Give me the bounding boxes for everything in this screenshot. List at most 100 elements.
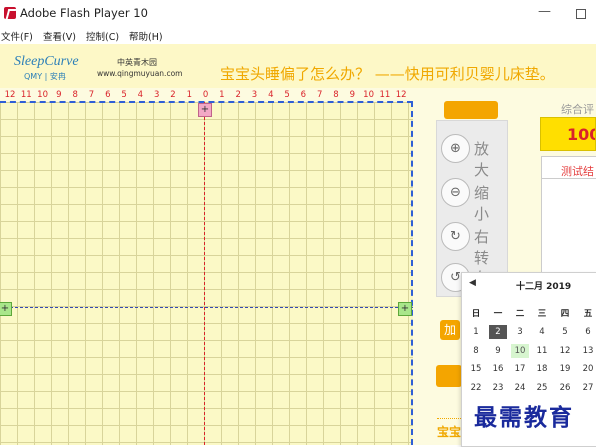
zoom-out-button[interactable]: ⊖ 缩小: [441, 178, 503, 223]
zoom-out-label: 缩小: [474, 184, 492, 223]
calendar-day[interactable]: 24: [511, 381, 529, 395]
window-title: Adobe Flash Player 10: [20, 6, 148, 20]
prev-month-icon[interactable]: ◀: [469, 278, 476, 288]
calendar-day[interactable]: 17: [511, 362, 529, 376]
calendar-day[interactable]: 19: [556, 362, 574, 376]
ruler-tick-label: 9: [56, 90, 62, 100]
top-handle[interactable]: +: [198, 103, 212, 117]
calendar-day[interactable]: 3: [511, 325, 529, 339]
menu-file[interactable]: 文件(F): [1, 29, 33, 43]
watermark: 最需教育: [474, 404, 574, 431]
calendar-weekday: 日: [471, 309, 481, 319]
calendar-day[interactable]: 4: [533, 325, 551, 339]
flash-player-icon: [4, 7, 16, 19]
calendar-day[interactable]: 15: [467, 362, 485, 376]
logo-subtitle: QMY | 安冉: [24, 72, 66, 81]
ruler-tick-label: 10: [37, 90, 49, 100]
calendar-weekday: 五: [583, 309, 593, 319]
calendar-day[interactable]: 1: [467, 325, 485, 339]
ruler-tick-label: 11: [379, 90, 391, 100]
menu-view[interactable]: 查看(V): [43, 29, 76, 43]
calendar-day[interactable]: 18: [533, 362, 551, 376]
ruler-tick-label: 7: [88, 90, 95, 100]
zoom-in-label: 放大: [474, 140, 492, 179]
ruler-tick-label: 4: [268, 90, 274, 100]
right-handle[interactable]: +: [398, 302, 412, 316]
ruler-tick-label: 11: [20, 90, 32, 100]
rotate-right-icon: ↻: [441, 222, 470, 251]
measurement-grid[interactable]: [0, 102, 413, 445]
calendar-day[interactable]: 20: [579, 362, 596, 376]
calendar-weekday: 四: [560, 309, 570, 319]
add-button[interactable]: 加: [440, 320, 460, 340]
calendar-day[interactable]: 10: [511, 343, 529, 358]
calendar-day[interactable]: 23: [489, 381, 507, 395]
menu-bar: 文件(F) 查看(V) 控制(C) 帮助(H): [0, 28, 596, 44]
ruler-tick-label: 12: [395, 90, 407, 100]
calendar-weekday: 二: [515, 309, 525, 319]
score-display: 100: [540, 117, 596, 151]
ruler-tick-label: 12: [4, 90, 16, 100]
brand-url: www.qingmuyuan.com: [97, 69, 183, 78]
sleepcurve-logo: SleepCurve: [14, 54, 79, 69]
ruler-tick-label: 1: [219, 90, 225, 100]
calendar-day[interactable]: 5: [556, 325, 574, 339]
zoom-in-icon: ⊕: [441, 134, 470, 163]
secondary-button[interactable]: [436, 365, 462, 387]
brand-name: 中英青木园: [117, 58, 157, 67]
minimize-button[interactable]: —: [538, 4, 551, 19]
calendar-day[interactable]: 6: [579, 325, 596, 339]
result-divider: [541, 178, 596, 179]
menu-control[interactable]: 控制(C): [86, 29, 119, 43]
ruler-tick-label: 9: [349, 90, 356, 100]
vertical-axis: [204, 102, 205, 445]
ruler-tick-label: 8: [333, 90, 339, 100]
section-divider: [437, 418, 461, 419]
ruler-tick-label: 8: [72, 90, 78, 100]
grid-border-right: [411, 101, 413, 445]
ruler-tick-label: 1: [186, 90, 193, 100]
rotate-right-button[interactable]: ↻ 右转: [441, 222, 503, 267]
calendar-day[interactable]: 11: [533, 344, 551, 358]
ruler-tick-label: 10: [363, 90, 375, 100]
maximize-button[interactable]: [576, 9, 586, 19]
ruler-tick-label: 7: [316, 90, 323, 100]
calendar-day[interactable]: 9: [489, 344, 507, 358]
calendar-day[interactable]: 22: [467, 381, 485, 395]
calendar-weekday: 一: [493, 309, 503, 319]
ruler-tick-label: 5: [121, 90, 127, 100]
calendar-day[interactable]: 2: [489, 325, 507, 339]
calendar-day[interactable]: 16: [489, 362, 507, 376]
rating-label: 综合评: [561, 103, 594, 116]
rotate-right-label: 右转: [474, 228, 492, 267]
ruler-tick-label: 3: [251, 90, 258, 100]
left-handle[interactable]: +: [0, 302, 12, 316]
ruler-tick-label: 0: [202, 90, 209, 100]
ruler-tick-label: 2: [235, 90, 241, 100]
zoom-in-button[interactable]: ⊕ 放大: [441, 134, 503, 179]
ruler-tick-label: 2: [170, 90, 176, 100]
ruler-tick-label: 5: [284, 90, 290, 100]
ruler-tick-label: 6: [300, 90, 307, 100]
calendar-weekday: 三: [537, 309, 547, 319]
ruler-tick-label: 4: [137, 90, 144, 100]
menu-help[interactable]: 帮助(H): [129, 29, 163, 43]
calendar-day[interactable]: 27: [579, 381, 596, 395]
calendar-day[interactable]: 13: [579, 344, 596, 358]
calendar-day[interactable]: 25: [533, 381, 551, 395]
zoom-out-icon: ⊖: [441, 178, 470, 207]
header-banner: SleepCurve QMY | 安冉 中英青木园 www.qingmuyuan…: [0, 44, 596, 89]
tool-panel: ⊕ 放大 ⊖ 缩小 ↻ 右转 ↺ 左转: [436, 120, 508, 308]
title-bar: Adobe Flash Player 10 —: [0, 0, 596, 28]
calendar-day[interactable]: 12: [556, 344, 574, 358]
ruler-tick-label: 6: [105, 90, 111, 100]
section-label: 宝宝: [437, 425, 462, 439]
calendar-day[interactable]: 8: [467, 344, 485, 358]
result-title: 测试结: [561, 165, 594, 178]
headline: 宝宝头睡偏了怎么办？ ——快用可利贝婴儿床垫。: [220, 65, 555, 83]
tool-panel-tab[interactable]: [444, 101, 498, 119]
horizontal-axis: [0, 307, 413, 308]
calendar-day[interactable]: 26: [556, 381, 574, 395]
calendar-title: 十二月 2019: [516, 282, 572, 292]
ruler-tick-label: 3: [153, 90, 160, 100]
